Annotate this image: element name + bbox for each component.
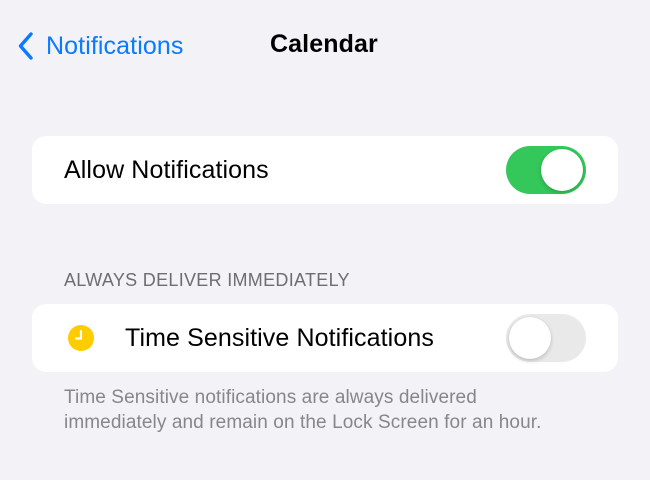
time-sensitive-toggle[interactable]	[506, 314, 586, 362]
back-button[interactable]: Notifications	[18, 28, 183, 64]
chevron-left-icon	[18, 32, 33, 60]
clock-icon	[68, 325, 94, 351]
back-button-label: Notifications	[46, 31, 184, 60]
navigation-bar: Notifications Calendar	[0, 0, 650, 92]
allow-notifications-toggle[interactable]	[506, 146, 586, 194]
toggle-knob	[509, 317, 551, 359]
allow-notifications-label: Allow Notifications	[64, 156, 269, 184]
allow-notifications-row: Allow Notifications	[32, 136, 618, 204]
time-sensitive-label: Time Sensitive Notifications	[125, 324, 434, 352]
page-title: Calendar	[270, 30, 378, 58]
section-footer: Time Sensitive notifications are always …	[64, 387, 542, 433]
toggle-knob	[541, 149, 583, 191]
time-sensitive-row: Time Sensitive Notifications	[32, 304, 618, 372]
section-header: ALWAYS DELIVER IMMEDIATELY	[64, 270, 350, 290]
